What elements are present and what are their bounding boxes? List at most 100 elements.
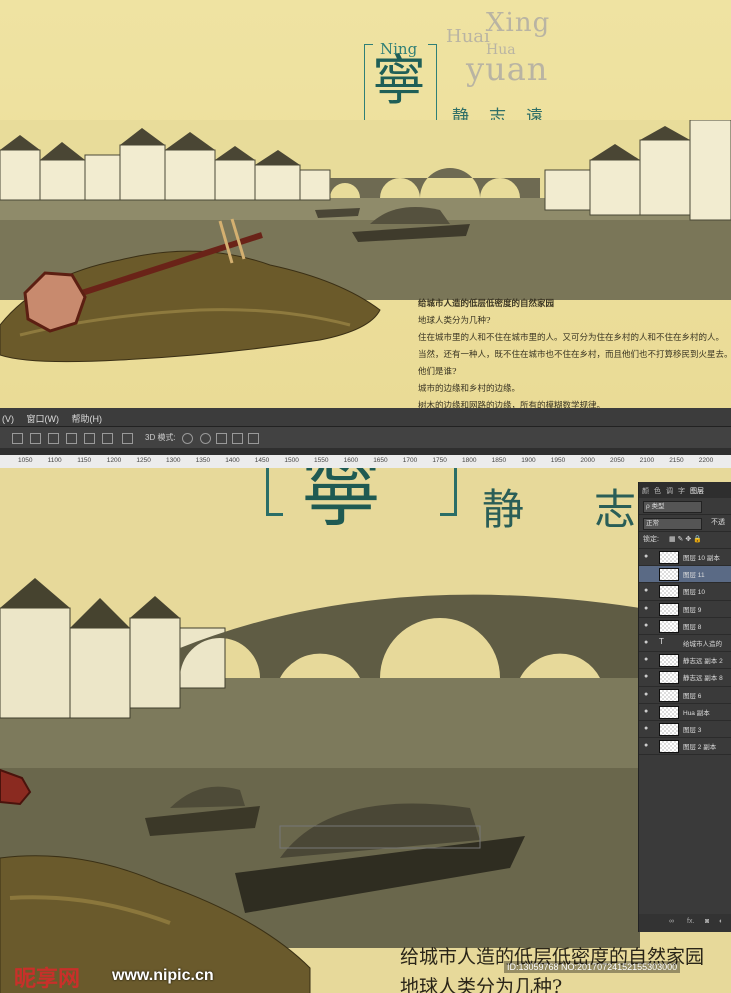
align-top-icon[interactable] (12, 433, 23, 444)
lock-row: 锁定: ▦ ✎ ✥ 🔒 (639, 532, 731, 549)
layer-name: 图层 10 (683, 589, 706, 597)
ruler-tick: 1850 (491, 457, 507, 464)
menu-item-window[interactable]: 窗口(W) (27, 412, 60, 425)
3d-slide-icon[interactable] (232, 433, 243, 444)
layers-panel: 颜色调字图层 ρ 类型 正常 不透 锁定: ▦ ✎ ✥ 🔒 ● 图层 10 副本图… (638, 482, 731, 932)
layer-row[interactable]: ● 图层 10 副本 (639, 549, 731, 567)
layer-name: 给城市人造的 (683, 640, 722, 648)
opacity-label: 不透 (711, 519, 725, 526)
visibility-eye-icon[interactable]: ● (644, 708, 648, 715)
tab-layers[interactable]: 图层 (690, 486, 704, 496)
3d-mode-label: 3D 模式: (145, 433, 176, 442)
layer-row[interactable]: ● Hua 副本 (639, 704, 731, 721)
visibility-eye-icon[interactable]: ● (644, 553, 648, 560)
menu-item-view[interactable]: (V) (2, 414, 14, 424)
layer-thumbnail (659, 688, 679, 702)
layer-filter-select[interactable]: ρ 类型 (643, 501, 702, 513)
poster-line: 地球人类分为几种? (418, 316, 491, 326)
align-bottom-icon[interactable] (48, 433, 59, 444)
3d-rotate-icon[interactable] (182, 433, 193, 444)
layer-row[interactable]: ● 图层 8 (639, 618, 731, 635)
ruler-tick: 1250 (136, 457, 151, 464)
blend-mode-select[interactable]: 正常 (643, 518, 702, 530)
fx-icon[interactable]: fx. (687, 918, 694, 925)
watermark-id: ID:13059768 NO:20170724152155303000 (504, 961, 681, 973)
poster-line: 城市的边缘和乡村的边缘。 (418, 384, 521, 394)
panel-tab[interactable]: 调 (666, 486, 673, 496)
layer-name: 图层 2 副本 (683, 744, 717, 752)
visibility-eye-icon[interactable]: ● (644, 742, 648, 749)
align-right-icon[interactable] (102, 433, 113, 444)
link-icon[interactable]: ∞ (669, 918, 674, 925)
latin-yuan: yuan (466, 50, 549, 88)
layer-row[interactable]: ● 图层 2 副本 (639, 738, 731, 756)
ruler-tick: 1150 (77, 457, 92, 464)
panel-tab[interactable]: 色 (654, 486, 661, 496)
visibility-eye-icon[interactable]: ● (644, 673, 648, 680)
panel-tab[interactable]: 颜 (642, 486, 649, 496)
distribute-icon[interactable] (122, 433, 133, 444)
document-canvas[interactable]: 寧 静志 给城市人造的低层低密度的自然家园 地球人类分为几种? (0, 468, 731, 993)
layer-row[interactable]: ● 静志远 副本 8 (639, 669, 731, 687)
layer-thumbnail: T (659, 636, 664, 646)
layer-row[interactable]: ● T 给城市人造的 (639, 635, 731, 653)
layer-thumbnail (659, 602, 679, 616)
align-hcenter-icon[interactable] (84, 433, 95, 444)
layer-thumbnail (659, 722, 679, 736)
layer-thumbnail (659, 585, 679, 599)
ruler-tick: 1450 (254, 457, 270, 464)
right-bracket (428, 44, 437, 128)
ruler-tick: 1900 (521, 457, 536, 464)
layer-row[interactable]: ● 图层 10 (639, 583, 731, 601)
layer-name: 图层 8 (683, 623, 702, 631)
align-vcenter-icon[interactable] (30, 433, 41, 444)
lock-icons[interactable]: ▦ ✎ ✥ 🔒 (669, 532, 702, 548)
latin-huai: Huai (446, 26, 490, 47)
options-bar: 3D 模式: (0, 426, 731, 449)
visibility-eye-icon[interactable]: ● (644, 656, 648, 663)
menu-item-help[interactable]: 帮助(H) (72, 412, 103, 425)
visibility-eye-icon[interactable]: ● (644, 639, 648, 646)
panel-tab[interactable]: 字 (678, 486, 685, 496)
layer-name: 图层 11 (683, 572, 705, 580)
3d-scale-icon[interactable] (248, 433, 259, 444)
panel-tabs: 颜色调字图层 (639, 482, 731, 498)
ruler-tick: 1400 (225, 457, 240, 464)
3d-pan-icon[interactable] (216, 433, 227, 444)
ruler-tick: 1700 (402, 457, 418, 464)
layer-row[interactable]: ● 图层 3 (639, 721, 731, 739)
ruler-tick: 1100 (47, 457, 62, 464)
align-left-icon[interactable] (66, 433, 77, 444)
adjustment-icon[interactable]: ◐ (719, 918, 723, 925)
layer-row[interactable]: ● 静志远 副本 2 (639, 652, 731, 670)
ruler-tick: 1200 (106, 457, 122, 464)
canvas-left-bracket (266, 468, 283, 516)
lock-label: 锁定: (643, 536, 659, 543)
menu-bar: (V) 窗口(W) 帮助(H) (0, 408, 731, 426)
visibility-eye-icon[interactable]: ● (644, 691, 648, 698)
layer-name: Hua 副本 (683, 709, 710, 717)
filter-row: ρ 类型 (639, 498, 731, 515)
ruler-tick: 2000 (580, 457, 595, 464)
layer-row[interactable]: 图层 11 (639, 566, 731, 584)
rock-and-instrument (0, 218, 381, 363)
watermark-url: www.nipic.cn (112, 967, 214, 984)
layer-thumbnail (659, 568, 679, 582)
watermark: 昵享网 www.nipic.cn ID:13059768 NO:20170724… (0, 955, 731, 993)
visibility-eye-icon[interactable]: ● (644, 587, 648, 594)
3d-roll-icon[interactable] (200, 433, 211, 444)
mask-icon[interactable]: ◙ (705, 918, 709, 925)
visibility-eye-icon[interactable]: ● (644, 605, 648, 612)
layer-row[interactable]: ● 图层 6 (639, 687, 731, 704)
poster-big-char: 寧 (372, 49, 426, 112)
poster-line: 给城市人造的低层低密度的自然家园 (418, 299, 555, 309)
panel-footer: ∞ fx. ◙ ◐ (639, 914, 731, 932)
layer-thumbnail (659, 551, 679, 564)
ruler-tick: 1300 (166, 457, 181, 464)
visibility-eye-icon[interactable]: ● (644, 622, 648, 629)
visibility-eye-icon[interactable]: ● (644, 725, 648, 732)
layer-thumbnail (659, 654, 679, 668)
layer-row[interactable]: ● 图层 9 (639, 601, 731, 618)
ruler-tick: 2200 (698, 457, 714, 464)
ruler-tick: 1350 (195, 457, 211, 464)
